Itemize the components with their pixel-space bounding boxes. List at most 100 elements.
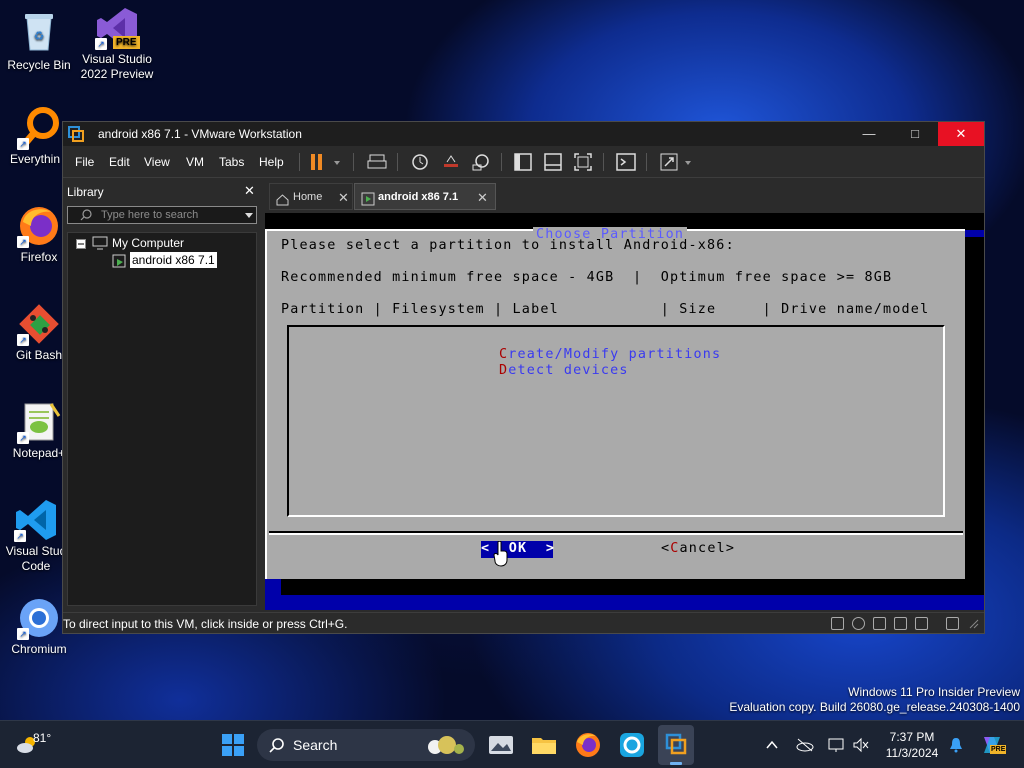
search-icon: [79, 208, 93, 225]
usb-icon[interactable]: [894, 617, 907, 630]
vmware-window[interactable]: android x86 7.1 - VMware Workstation — □…: [62, 121, 985, 634]
maximize-button[interactable]: □: [892, 122, 938, 146]
desktop-icon-label: Visual Studio 2022 Preview: [80, 52, 154, 81]
library-search-input[interactable]: [101, 208, 231, 222]
library-close-button[interactable]: ✕: [244, 183, 255, 199]
library-tree: My Computer android x86 7.1: [67, 232, 257, 606]
shortcut-arrow-icon: ↗: [14, 530, 26, 542]
revert-snapshot-icon[interactable]: [441, 152, 461, 172]
full-screen-icon[interactable]: [573, 152, 593, 172]
clock-date: 11/3/2024: [885, 746, 939, 760]
tab-close-button[interactable]: ✕: [338, 184, 349, 211]
sync-app-icon[interactable]: [618, 731, 646, 759]
cloud-offline-icon[interactable]: [796, 737, 814, 753]
toolbar-separator: [397, 153, 398, 171]
cancel-hotkey: C: [670, 541, 680, 556]
toolbar-separator: [646, 153, 647, 171]
menu-file[interactable]: File: [75, 155, 94, 169]
windows-evaluation-watermark: Windows 11 Pro Insider Preview Evaluatio…: [729, 685, 1020, 715]
tab-close-button[interactable]: ✕: [477, 184, 488, 211]
vmware-taskbar-button[interactable]: [658, 725, 694, 765]
search-label: Search: [293, 737, 338, 753]
tree-item-android-vm[interactable]: android x86 7.1: [130, 252, 217, 268]
tree-collapse-icon[interactable]: [76, 238, 86, 252]
notification-bell-icon[interactable]: [948, 737, 964, 753]
tab-home[interactable]: Home ✕: [269, 183, 353, 210]
sound-card-icon[interactable]: [915, 617, 928, 630]
pause-icon[interactable]: [308, 152, 342, 172]
desktop-icon-visual-studio[interactable]: PRE ↗ Visual Studio 2022 Preview: [78, 6, 156, 82]
toolbar-separator: [299, 153, 300, 171]
firefox-taskbar-icon[interactable]: [574, 731, 602, 759]
start-button[interactable]: [219, 731, 247, 759]
toolbar-separator: [501, 153, 502, 171]
ok-button[interactable]: < OK >: [481, 541, 554, 558]
menu-help[interactable]: Help: [259, 155, 284, 169]
chevron-down-icon[interactable]: [331, 152, 343, 172]
window-title: android x86 7.1 - VMware Workstation: [98, 127, 302, 141]
taskbar-search-box[interactable]: Search: [257, 729, 475, 761]
close-button[interactable]: ✕: [938, 122, 984, 146]
resize-grip-icon[interactable]: [967, 617, 980, 630]
menu-vm[interactable]: VM: [186, 155, 204, 169]
vmware-logo-icon: [68, 126, 84, 142]
dialog-space-info: Recommended minimum free space - 4GB | O…: [281, 270, 893, 285]
send-ctrl-alt-del-icon[interactable]: [367, 152, 387, 172]
stretch-guest-icon[interactable]: [659, 152, 679, 172]
shortcut-arrow-icon: ↗: [95, 38, 107, 50]
message-log-icon[interactable]: [946, 617, 959, 630]
snapshot-manager-icon[interactable]: [471, 152, 491, 172]
chevron-down-icon[interactable]: [682, 152, 694, 172]
toolbar-separator: [603, 153, 604, 171]
toolbar-separator: [353, 153, 354, 171]
vm-console[interactable]: Choose Partition Please select a partiti…: [265, 213, 984, 610]
option-detect-devices[interactable]: Detect devices: [499, 363, 629, 378]
console-view-icon[interactable]: [616, 152, 636, 172]
option-label: reate/Modify partitions: [508, 347, 722, 362]
network-adapter-icon[interactable]: [873, 617, 886, 630]
partition-list[interactable]: Create/Modify partitions Detect devices: [287, 325, 945, 517]
menu-edit[interactable]: Edit: [109, 155, 130, 169]
dialog-prompt: Please select a partition to install And…: [281, 238, 735, 253]
visual-studio-icon: PRE ↗: [95, 6, 140, 50]
shortcut-arrow-icon: ↗: [17, 628, 29, 640]
cancel-button[interactable]: <Cancel>: [661, 541, 735, 556]
notepad-plus-plus-icon: ↗: [17, 400, 61, 444]
desktop-icon-recycle-bin[interactable]: ♻ Recycle Bin: [0, 8, 78, 73]
tab-label: android x86 7.1: [378, 191, 459, 203]
snapshot-icon[interactable]: [410, 152, 430, 172]
clock-time: 7:37 PM: [889, 730, 935, 744]
magnifier-icon: ↗: [17, 106, 61, 150]
option-create-modify-partitions[interactable]: Create/Modify partitions: [499, 347, 721, 362]
volume-muted-icon[interactable]: [852, 737, 869, 753]
search-icon: [269, 737, 285, 756]
chevron-up-icon[interactable]: [764, 737, 780, 753]
tree-item-my-computer[interactable]: My Computer: [112, 236, 184, 250]
minimize-button[interactable]: —: [846, 122, 892, 146]
weather-temp: 81°: [33, 731, 52, 745]
cd-dvd-icon[interactable]: [852, 617, 865, 630]
partition-table-header: Partition | Filesystem | Label | Size | …: [281, 302, 930, 317]
menu-tabs[interactable]: Tabs: [219, 155, 244, 169]
vm-icon: [112, 254, 128, 273]
hard-disk-icon[interactable]: [831, 617, 844, 630]
tab-bar: Home ✕ android x86 7.1 ✕: [265, 179, 984, 213]
chevron-down-icon[interactable]: [244, 210, 254, 223]
watermark-line-2: Evaluation copy. Build 26080.ge_release.…: [729, 700, 1020, 714]
tab-android-vm[interactable]: android x86 7.1 ✕: [354, 183, 496, 210]
file-explorer-icon[interactable]: [530, 731, 558, 759]
dialog-divider: [269, 533, 963, 535]
hand-cursor-icon: [493, 540, 509, 570]
menu-view[interactable]: View: [144, 155, 170, 169]
vscode-icon: ↗: [14, 498, 58, 542]
status-message: To direct input to this VM, click inside…: [63, 617, 348, 631]
photos-app-icon[interactable]: [487, 731, 515, 759]
library-panel: Library ✕ My Computer android x86 7.1: [63, 179, 260, 610]
system-clock[interactable]: 7:37 PM 11/3/2024: [882, 729, 942, 761]
network-icon[interactable]: [828, 737, 844, 753]
show-library-icon[interactable]: [513, 152, 533, 172]
thumbnail-bar-icon[interactable]: [543, 152, 563, 172]
copilot-icon[interactable]: PRE: [980, 733, 1007, 757]
library-search-box[interactable]: [67, 206, 257, 224]
window-titlebar[interactable]: android x86 7.1 - VMware Workstation — □…: [63, 122, 984, 146]
